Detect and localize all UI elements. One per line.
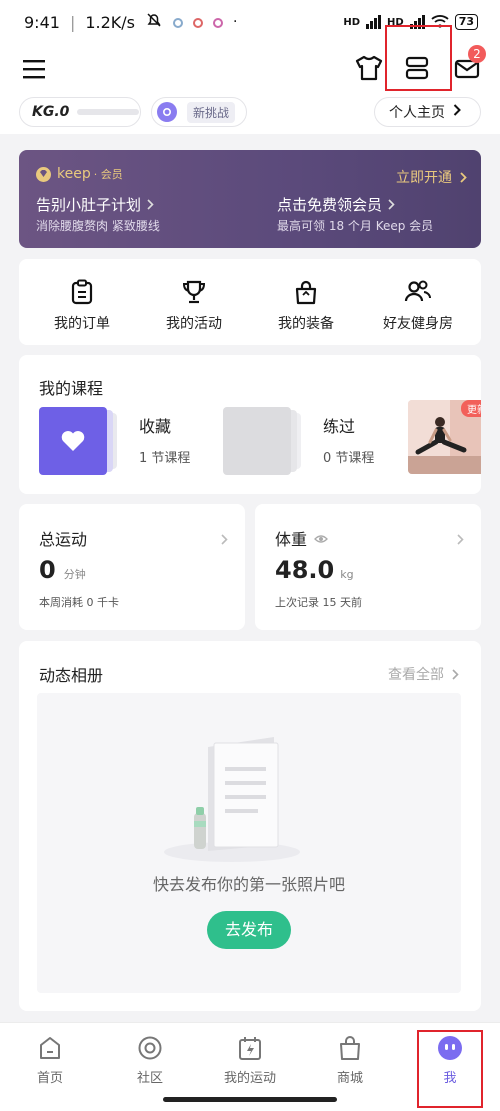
quick-menu-card: 我的订单 我的活动 我的装备 好友健身房 [19,259,481,345]
nav-home[interactable]: 首页 [0,1033,100,1086]
album-empty-area: 快去发布你的第一张照片吧 去发布 [37,693,461,993]
nav-community[interactable]: 社区 [100,1033,200,1086]
my-courses-card: 我的课程 收藏 1 节课程 练过 0 节课程 更新 [19,355,481,494]
outfit-icon[interactable] [352,50,386,86]
favorites-name: 收藏 [139,417,172,436]
eye-icon[interactable] [314,529,328,548]
message-badge: 2 [468,45,486,63]
challenge-pill[interactable]: 新挑战 [151,97,247,127]
mute-icon [145,11,163,33]
challenge-label: 新挑战 [187,101,236,123]
calendar-bolt-icon [200,1033,300,1063]
weight-unit: kg [340,568,354,581]
practiced-cover [223,407,291,475]
album-card: 动态相册 查看全部 快去发布你的第一张照片吧 去发布 [19,641,481,1011]
view-all-label: 查看全部 [388,667,444,683]
total-exercise-title: 总运动 [39,530,88,549]
notification-app-icon [193,13,203,32]
nav-label: 商城 [336,1071,363,1086]
menu-label: 好友健身房 [383,316,453,332]
trophy-icon [139,277,249,307]
level-progress [77,109,140,115]
signal-icon [366,15,382,29]
hd-label: HD [343,16,361,28]
menu-my-activities[interactable]: 我的活动 [139,277,249,333]
vip-right-subtitle: 最高可领 18 个月 Keep 会员 [277,219,434,233]
nav-mall[interactable]: 商城 [300,1033,400,1086]
menu-label: 我的活动 [166,316,222,332]
notification-app-icon [173,13,183,32]
menu-label: 我的装备 [278,316,334,332]
nav-my-sports[interactable]: 我的运动 [200,1033,300,1086]
vip-left-subtitle: 消除腰腹赘肉 紧致腰线 [36,219,160,233]
favorites-course[interactable]: 收藏 1 节课程 [39,407,209,475]
heart-icon [61,431,85,451]
vip-left-title[interactable]: 告别小肚子计划 [36,194,141,215]
total-exercise-card[interactable]: 总运动 0 分钟 本周消耗 0 千卡 [19,504,245,630]
view-all-link[interactable]: 查看全部 [388,664,459,684]
community-icon [100,1033,200,1063]
empty-album-text: 快去发布你的第一张照片吧 [152,875,345,894]
empty-document-icon [164,737,300,862]
vip-diamond-icon [36,166,51,182]
nav-label: 社区 [136,1071,163,1086]
chevron-right-icon [460,168,467,187]
home-page-label: 个人主页 [389,105,445,121]
nav-label: 首页 [36,1071,63,1086]
highlight-box-me [417,1030,483,1108]
challenge-icon [157,102,177,122]
battery-icon: 73 [454,14,478,30]
favorites-cover [39,407,107,475]
album-title: 动态相册 [39,666,104,685]
chevron-right-icon [453,104,461,120]
vip-banner[interactable]: keep · 会员 立即开通 告别小肚子计划 消除腰腹赘肉 紧致腰线 点击免费领… [19,150,481,248]
network-speed: 1.2K/s [85,12,135,32]
vip-brand: keep [57,166,91,182]
chevron-right-icon [457,530,464,549]
level-label: KG.0 [32,104,70,120]
status-time: 9:41 [24,12,60,32]
open-vip-link[interactable]: 立即开通 [396,167,452,187]
chevron-right-icon [147,195,154,214]
weight-card[interactable]: 体重 48.0 kg 上次记录 15 天前 [255,504,481,630]
vip-right-title[interactable]: 点击免费领会员 [277,194,382,215]
shopping-bag-icon [300,1033,400,1063]
update-badge: 更新 [461,400,481,417]
menu-my-orders[interactable]: 我的订单 [27,277,137,333]
total-exercise-value: 0 [39,556,56,584]
favorites-count: 1 节课程 [139,451,191,466]
nav-label: 我的运动 [223,1071,276,1086]
practiced-name: 练过 [323,417,356,436]
friends-icon [363,277,473,307]
home-page-button[interactable]: 个人主页 [374,97,481,127]
practiced-course[interactable]: 练过 0 节课程 [223,407,393,475]
weight-title: 体重 [275,530,308,549]
clipboard-icon [27,277,137,307]
publish-button[interactable]: 去发布 [207,911,291,949]
chevron-right-icon [221,530,228,549]
total-exercise-unit: 分钟 [63,568,86,581]
practiced-count: 0 节课程 [323,451,375,466]
home-indicator[interactable] [163,1097,337,1102]
chevron-right-icon [388,195,395,214]
weight-value: 48.0 [275,556,335,584]
level-pill[interactable]: KG.0 [19,97,141,127]
home-icon [0,1033,100,1063]
vip-brand-suffix: · 会员 [93,168,123,181]
menu-my-equipment[interactable]: 我的装备 [251,277,361,333]
weight-note: 上次记录 15 天前 [275,596,362,609]
menu-icon[interactable] [20,52,50,86]
top-bar: 2 [0,25,500,94]
courses-title: 我的课程 [39,379,104,398]
menu-friends-gym[interactable]: 好友健身房 [363,277,473,333]
chevron-right-icon [452,665,459,684]
more-dot-icon: · [233,14,238,30]
profile-row: KG.0 新挑战 个人主页 [0,94,500,134]
bag-icon [251,277,361,307]
notification-app-icon [213,13,223,32]
course-thumbnail[interactable]: 更新 [408,400,481,474]
menu-label: 我的订单 [54,316,110,332]
total-exercise-note: 本周消耗 0 千卡 [39,596,119,609]
highlight-box-layout [385,25,452,91]
